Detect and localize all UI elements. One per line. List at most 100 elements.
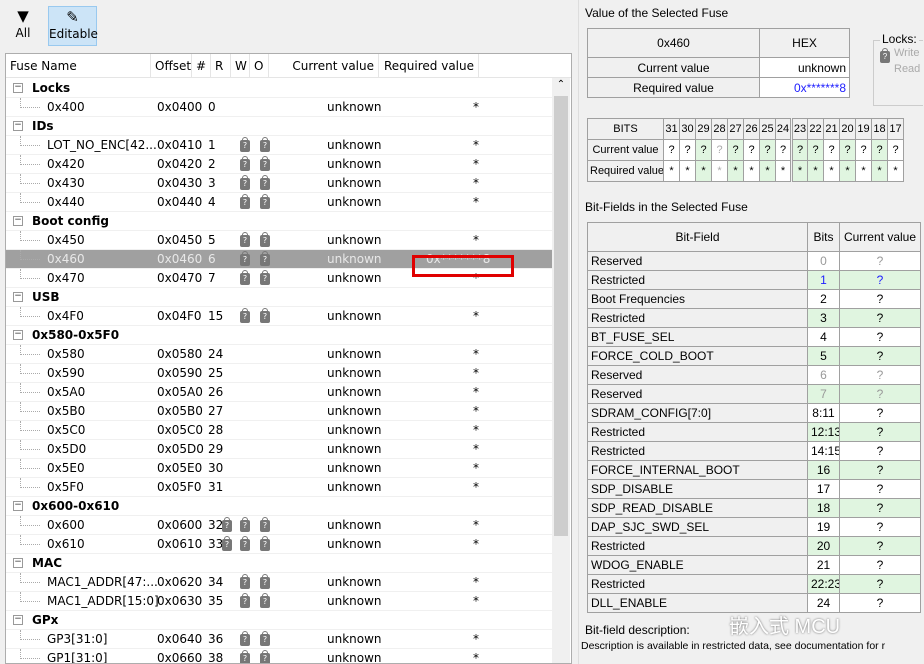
bit-cell-29[interactable]: ? [695,139,712,161]
bit-cell-19[interactable]: ? [855,139,872,161]
table-row[interactable]: 0x5F0 0x05F0 31 unknown * [6,478,552,497]
bitfield-row[interactable]: WDOG_ENABLE 21? [587,555,921,575]
group-row[interactable]: −0x580-0x5F0 [6,326,552,345]
bit-cell-22[interactable]: ? [807,139,824,161]
bit-cell-29[interactable]: * [695,160,712,182]
bitfield-row[interactable]: BT_FUSE_SEL 4? [587,327,921,347]
group-row[interactable]: −0x600-0x610 [6,497,552,516]
col-read[interactable]: R [211,54,231,78]
required-value[interactable]: * [473,364,479,383]
required-value[interactable]: * [473,402,479,421]
required-value[interactable]: * [473,383,479,402]
bitfield-row[interactable]: Reserved 6? [587,365,921,385]
bit-cell-19[interactable]: * [855,160,872,182]
table-row[interactable]: 0x5C0 0x05C0 28 unknown * [6,421,552,440]
table-row[interactable]: 0x5B0 0x05B0 27 unknown * [6,402,552,421]
required-value[interactable]: * [473,592,479,611]
collapse-icon[interactable]: − [13,83,23,93]
bitfield-row[interactable]: Restricted 12:13? [587,422,921,442]
bit-cell-27[interactable]: ? [727,139,744,161]
group-row[interactable]: − IDs [6,117,552,136]
table-row[interactable]: MAC1_ADDR[15:0] 0x0630 35?? unknown * [6,592,552,611]
group-row[interactable]: − MAC [6,554,552,573]
group-row[interactable]: − Locks [6,79,552,98]
table-row[interactable]: MAC1_ADDR[47:... 0x0620 34?? unknown * [6,573,552,592]
bit-cell-26[interactable]: * [743,160,760,182]
col-required-value[interactable]: Required value [379,54,479,78]
required-value[interactable]: * [473,573,479,592]
vertical-scrollbar[interactable]: ⌃ [552,78,570,663]
table-row[interactable]: GP1[31:0] 0x0660 38?? unknown * [6,649,552,663]
required-value[interactable]: * [473,98,479,117]
bitfield-row[interactable]: Reserved 0? [587,251,921,271]
bitfield-row[interactable]: Boot Frequencies 2? [587,289,921,309]
table-row[interactable]: 0x440 0x0440 4?? unknown * [6,193,552,212]
bit-cell-23[interactable]: * [791,160,808,182]
col-offset[interactable]: Offset [151,54,192,78]
bit-cell-26[interactable]: ? [743,139,760,161]
collapse-icon[interactable]: − [13,501,23,511]
bit-cell-25[interactable]: * [759,160,776,182]
collapse-icon[interactable]: − [13,558,23,568]
bit-cell-31[interactable]: ? [663,139,680,161]
table-row[interactable]: 0x580 0x0580 24 unknown * [6,345,552,364]
bit-cell-18[interactable]: * [871,160,888,182]
bit-cell-24[interactable]: ? [775,139,793,161]
bit-cell-18[interactable]: ? [871,139,888,161]
table-row[interactable]: 0x5D0 0x05D0 29 unknown * [6,440,552,459]
table-row[interactable]: 0x600 0x0600 32??? unknown * [6,516,552,535]
required-value[interactable]: * [473,421,479,440]
bit-cell-21[interactable]: ? [823,139,840,161]
required-value[interactable]: * [473,231,479,250]
col-number[interactable]: # [192,54,211,78]
required-value[interactable]: * [473,535,479,554]
group-row[interactable]: − Boot config [6,212,552,231]
bit-cell-17[interactable]: ? [887,139,904,161]
bit-cell-28[interactable]: ? [711,139,728,161]
col-current-value[interactable]: Current value [269,54,379,78]
col-fuse-name[interactable]: Fuse Name [6,54,151,78]
scrollbar-thumb[interactable] [554,96,568,536]
required-value[interactable]: * [473,155,479,174]
bitfield-row[interactable]: Restricted 22:23? [587,574,921,594]
bit-cell-31[interactable]: * [663,160,680,182]
table-row[interactable]: 0x450 0x0450 5?? unknown * [6,231,552,250]
bit-cell-25[interactable]: ? [759,139,776,161]
collapse-icon[interactable]: − [13,292,23,302]
bitfield-row[interactable]: Restricted 1? [587,270,921,290]
bit-cell-23[interactable]: ? [791,139,808,161]
bitfield-row[interactable]: Restricted 20? [587,536,921,556]
bitfield-row[interactable]: DAP_SJC_SWD_SEL 19? [587,517,921,537]
format-cell[interactable]: HEX [759,28,850,58]
required-value[interactable]: * [473,193,479,212]
bit-cell-17[interactable]: * [887,160,904,182]
bitfield-row[interactable]: SDRAM_CONFIG[7:0] 8:11? [587,403,921,423]
table-row[interactable]: 0x430 0x0430 3?? unknown * [6,174,552,193]
bitfield-row[interactable]: Restricted 14:15? [587,441,921,461]
bit-cell-20[interactable]: ? [839,139,856,161]
group-row[interactable]: − GPx [6,611,552,630]
table-row[interactable]: 0x420 0x0420 2?? unknown * [6,155,552,174]
table-row[interactable]: 0x5A0 0x05A0 26 unknown * [6,383,552,402]
bitfield-row[interactable]: Restricted 3? [587,308,921,328]
required-value[interactable]: * [473,345,479,364]
collapse-icon[interactable]: − [13,216,23,226]
bitfield-row[interactable]: SDP_READ_DISABLE 18? [587,498,921,518]
table-row[interactable]: 0x5E0 0x05E0 30 unknown * [6,459,552,478]
collapse-icon[interactable]: − [13,330,23,340]
bit-cell-21[interactable]: * [823,160,840,182]
group-row[interactable]: − USB [6,288,552,307]
scroll-up-icon[interactable]: ⌃ [552,78,570,92]
bit-cell-20[interactable]: * [839,160,856,182]
table-row[interactable]: 0x590 0x0590 25 unknown * [6,364,552,383]
table-row[interactable]: 0x4F0 0x04F0 15?? unknown * [6,307,552,326]
table-row[interactable]: GP3[31:0] 0x0640 36?? unknown * [6,630,552,649]
bit-cell-22[interactable]: * [807,160,824,182]
required-value[interactable]: * [473,459,479,478]
bitfield-row[interactable]: SDP_DISABLE 17? [587,479,921,499]
required-value[interactable]: * [473,516,479,535]
required-value[interactable]: * [473,307,479,326]
required-value[interactable]: * [473,630,479,649]
bit-cell-24[interactable]: * [775,160,793,182]
table-row[interactable]: 0x400 0x0400 0 unknown * [6,98,552,117]
